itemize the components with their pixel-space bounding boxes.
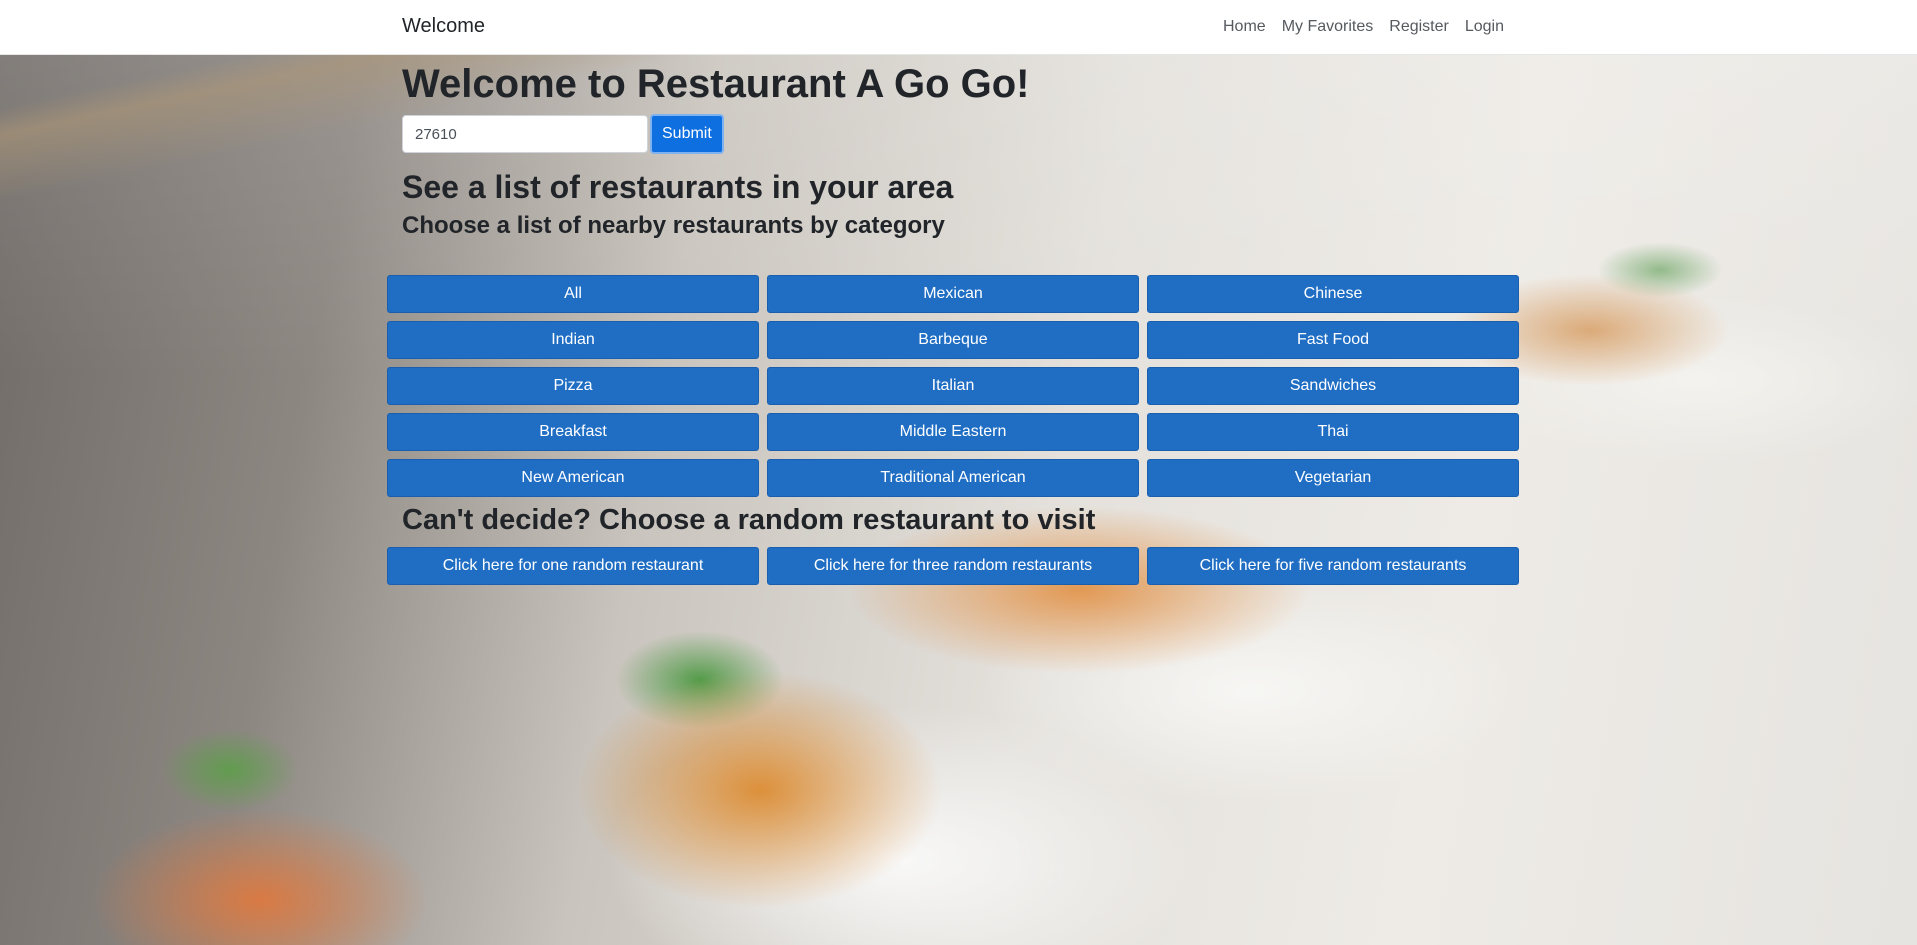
category-button-indian[interactable]: Indian xyxy=(387,321,759,359)
category-button-fast-food[interactable]: Fast Food xyxy=(1147,321,1519,359)
zip-code-input[interactable] xyxy=(402,115,648,153)
submit-button[interactable]: Submit xyxy=(650,114,724,154)
navbar: Welcome Home My Favorites Register Login xyxy=(0,0,1917,55)
random-button-row: Click here for one random restaurant Cli… xyxy=(387,547,1521,585)
category-button-vegetarian[interactable]: Vegetarian xyxy=(1147,459,1519,497)
category-button-grid: All Mexican Chinese Indian Barbeque Fast… xyxy=(387,275,1521,497)
category-heading: Choose a list of nearby restaurants by c… xyxy=(402,212,945,239)
random-three-button[interactable]: Click here for three random restaurants xyxy=(767,547,1139,585)
nav-link-login[interactable]: Login xyxy=(1457,18,1504,36)
nav-link-register[interactable]: Register xyxy=(1381,18,1457,36)
zip-form: Submit xyxy=(402,114,724,154)
random-five-button[interactable]: Click here for five random restaurants xyxy=(1147,547,1519,585)
category-button-breakfast[interactable]: Breakfast xyxy=(387,413,759,451)
random-one-button[interactable]: Click here for one random restaurant xyxy=(387,547,759,585)
nav-links: Home My Favorites Register Login xyxy=(1215,18,1504,36)
category-button-barbeque[interactable]: Barbeque xyxy=(767,321,1139,359)
category-button-traditional-american[interactable]: Traditional American xyxy=(767,459,1139,497)
category-button-sandwiches[interactable]: Sandwiches xyxy=(1147,367,1519,405)
category-button-italian[interactable]: Italian xyxy=(767,367,1139,405)
category-button-thai[interactable]: Thai xyxy=(1147,413,1519,451)
navbar-brand[interactable]: Welcome xyxy=(402,15,485,38)
category-button-middle-eastern[interactable]: Middle Eastern xyxy=(767,413,1139,451)
page: Welcome Home My Favorites Register Login… xyxy=(0,0,1917,945)
category-button-pizza[interactable]: Pizza xyxy=(387,367,759,405)
random-heading: Can't decide? Choose a random restaurant… xyxy=(402,504,1096,536)
category-button-mexican[interactable]: Mexican xyxy=(767,275,1139,313)
category-button-chinese[interactable]: Chinese xyxy=(1147,275,1519,313)
page-title: Welcome to Restaurant A Go Go! xyxy=(402,62,1030,106)
category-button-new-american[interactable]: New American xyxy=(387,459,759,497)
category-button-all[interactable]: All xyxy=(387,275,759,313)
nav-link-my-favorites[interactable]: My Favorites xyxy=(1274,18,1382,36)
nav-link-home[interactable]: Home xyxy=(1215,18,1274,36)
area-heading: See a list of restaurants in your area xyxy=(402,169,954,205)
